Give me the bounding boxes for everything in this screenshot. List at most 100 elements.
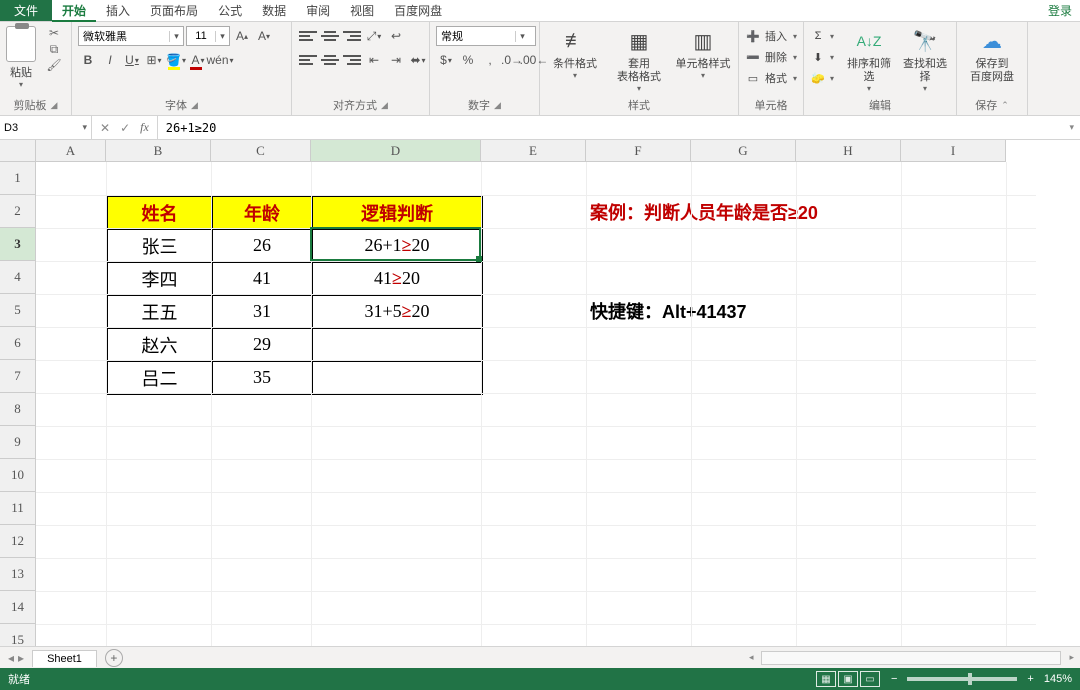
wrap-text-button[interactable]: ↩ (386, 26, 406, 46)
login-link[interactable]: 登录 (1040, 0, 1080, 21)
column-header-B[interactable]: B (106, 140, 211, 162)
decrease-indent-button[interactable]: ⇤ (364, 50, 384, 70)
column-header-I[interactable]: I (901, 140, 1006, 162)
menu-tab-插入[interactable]: 插入 (96, 0, 140, 21)
row-header-13[interactable]: 13 (0, 558, 36, 591)
zoom-in-button[interactable]: + (1027, 673, 1033, 685)
insert-cells-button[interactable]: ➕插入▾ (745, 26, 797, 46)
table-cell[interactable]: 王五 (107, 295, 212, 328)
align-center-button[interactable] (320, 50, 340, 70)
column-header-D[interactable]: D (311, 140, 481, 162)
table-cell[interactable] (312, 361, 482, 394)
zoom-level-text[interactable]: 145% (1044, 673, 1072, 685)
cell-style-button[interactable]: ▥单元格样式▾ (674, 26, 732, 80)
clear-button[interactable]: 🧽▾ (810, 68, 834, 88)
menu-tab-审阅[interactable]: 审阅 (296, 0, 340, 21)
column-header-F[interactable]: F (586, 140, 691, 162)
sheet-tab[interactable]: Sheet1 (32, 650, 97, 667)
view-page-layout-button[interactable]: ▣ (838, 671, 858, 687)
spreadsheet-grid[interactable]: ABCDEFGHI 123456789101112131415 姓名年龄逻辑判断… (0, 140, 1080, 646)
decrease-font-icon[interactable]: A▾ (254, 26, 274, 46)
copy-icon[interactable]: ⧉ (46, 42, 62, 56)
table-cell[interactable]: 张三 (107, 229, 212, 262)
dialog-launcher-icon[interactable]: ◢ (494, 100, 501, 111)
dialog-launcher-icon[interactable]: ◢ (51, 100, 58, 111)
column-header-A[interactable]: A (36, 140, 106, 162)
menu-tab-视图[interactable]: 视图 (340, 0, 384, 21)
row-header-7[interactable]: 7 (0, 360, 36, 393)
formula-input[interactable] (158, 121, 1064, 135)
row-header-3[interactable]: 3 (0, 228, 36, 261)
dialog-launcher-icon[interactable]: ◢ (381, 100, 388, 111)
format-cells-button[interactable]: ▭格式▾ (745, 68, 797, 88)
expand-formula-bar-icon[interactable]: ▾ (1063, 122, 1080, 133)
align-bottom-button[interactable] (342, 26, 362, 46)
align-middle-button[interactable] (320, 26, 340, 46)
menu-file[interactable]: 文件 (0, 0, 52, 21)
dialog-launcher-icon[interactable]: ◢ (191, 100, 198, 111)
menu-tab-数据[interactable]: 数据 (252, 0, 296, 21)
row-header-12[interactable]: 12 (0, 525, 36, 558)
view-normal-button[interactable]: ▦ (816, 671, 836, 687)
table-format-button[interactable]: ▦套用 表格格式▾ (610, 26, 668, 93)
tab-nav-next-icon[interactable]: ▸ (18, 651, 24, 665)
name-box[interactable]: ▾ (0, 116, 92, 139)
table-cell[interactable]: 吕二 (107, 361, 212, 394)
row-header-2[interactable]: 2 (0, 195, 36, 228)
find-select-button[interactable]: 🔭查找和选择▾ (900, 26, 950, 93)
menu-tab-公式[interactable]: 公式 (208, 0, 252, 21)
accept-formula-icon[interactable]: ✓ (120, 121, 130, 135)
cut-icon[interactable]: ✂ (46, 26, 62, 40)
row-header-1[interactable]: 1 (0, 162, 36, 195)
table-cell[interactable] (312, 328, 482, 361)
delete-cells-button[interactable]: ➖删除▾ (745, 47, 797, 67)
align-right-button[interactable] (342, 50, 362, 70)
number-format-combo[interactable]: ▾ (436, 26, 536, 46)
table-cell[interactable]: 35 (212, 361, 312, 394)
row-header-11[interactable]: 11 (0, 492, 36, 525)
sort-filter-button[interactable]: A↓Z排序和筛选▾ (844, 26, 894, 93)
horizontal-scrollbar[interactable] (761, 651, 1061, 665)
table-cell[interactable]: 41 (212, 262, 312, 295)
row-header-15[interactable]: 15 (0, 624, 36, 646)
row-header-5[interactable]: 5 (0, 294, 36, 327)
fill-color-button[interactable]: 🪣▾ (166, 50, 186, 70)
underline-button[interactable]: U▾ (122, 50, 142, 70)
table-cell[interactable]: 31 (212, 295, 312, 328)
table-cell[interactable]: 26+1≥20 (312, 229, 482, 262)
increase-font-icon[interactable]: A▴ (232, 26, 252, 46)
row-header-4[interactable]: 4 (0, 261, 36, 294)
row-header-14[interactable]: 14 (0, 591, 36, 624)
tab-nav-prev-icon[interactable]: ◂ (8, 651, 14, 665)
menu-tab-开始[interactable]: 开始 (52, 0, 96, 22)
cancel-formula-icon[interactable]: ✕ (100, 121, 110, 135)
zoom-slider[interactable] (907, 677, 1017, 681)
autosum-button[interactable]: Σ▾ (810, 26, 834, 46)
border-button[interactable]: ⊞▾ (144, 50, 164, 70)
add-sheet-button[interactable]: + (105, 649, 123, 667)
format-painter-icon[interactable]: 🖌 (46, 58, 62, 72)
bold-button[interactable]: B (78, 50, 98, 70)
ribbon-collapse-icon[interactable]: ⌃ (1001, 100, 1009, 111)
table-cell[interactable]: 29 (212, 328, 312, 361)
zoom-out-button[interactable]: − (891, 673, 897, 685)
conditional-format-button[interactable]: ≢条件格式▾ (546, 26, 604, 80)
hscroll-left-icon[interactable]: ◂ (749, 652, 754, 663)
save-to-cloud-button[interactable]: ☁保存到 百度网盘 (963, 26, 1021, 84)
fill-button[interactable]: ⬇▾ (810, 47, 834, 67)
currency-button[interactable]: $▾ (436, 50, 456, 70)
column-header-E[interactable]: E (481, 140, 586, 162)
font-size-combo[interactable]: ▾ (186, 26, 230, 46)
increase-indent-button[interactable]: ⇥ (386, 50, 406, 70)
row-header-6[interactable]: 6 (0, 327, 36, 360)
menu-tab-百度网盘[interactable]: 百度网盘 (384, 0, 452, 21)
orientation-button[interactable]: ⤢▾ (364, 26, 384, 46)
table-cell[interactable]: 26 (212, 229, 312, 262)
row-header-8[interactable]: 8 (0, 393, 36, 426)
italic-button[interactable]: I (100, 50, 120, 70)
comma-button[interactable]: , (480, 50, 500, 70)
view-page-break-button[interactable]: ▭ (860, 671, 880, 687)
paste-button[interactable]: 粘贴 ▾ (6, 26, 36, 89)
align-left-button[interactable] (298, 50, 318, 70)
table-cell[interactable]: 31+5≥20 (312, 295, 482, 328)
